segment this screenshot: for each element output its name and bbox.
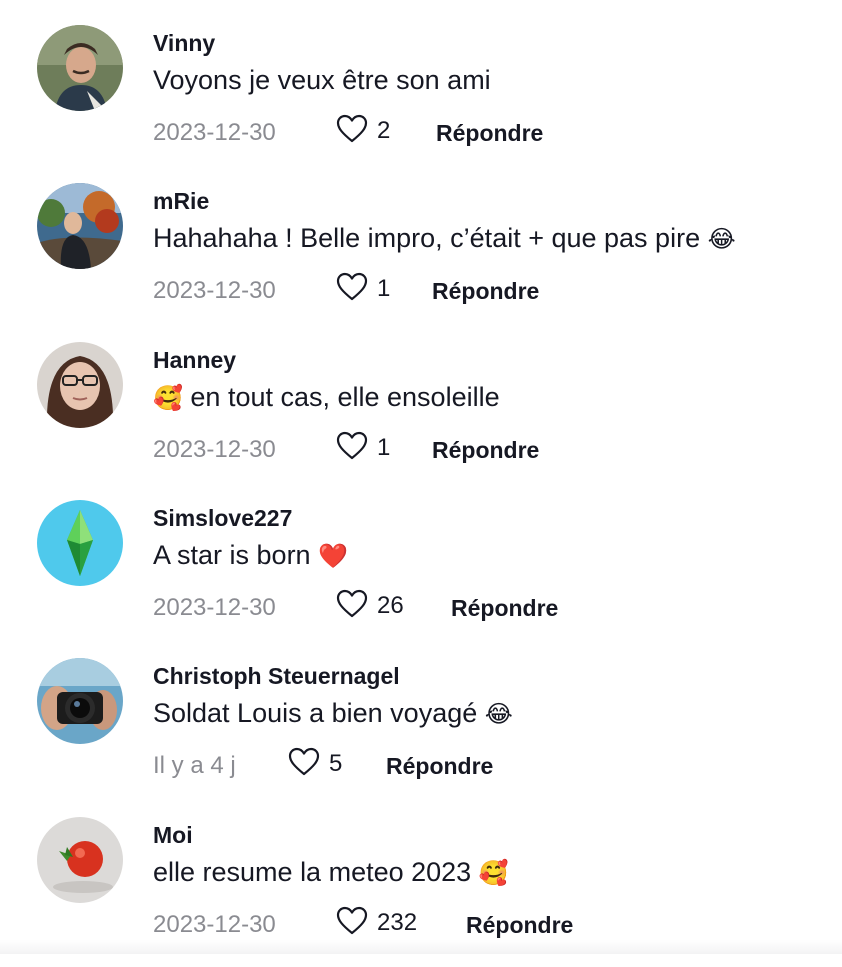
comment-date: Il y a 4 j [153, 752, 236, 779]
comment-date: 2023-12-30 [153, 911, 276, 938]
comment-meta: 2023-12-30 1 Répondre [153, 430, 753, 468]
comment-item: mRie Hahahaha ! Belle impro, c’était + q… [0, 183, 842, 333]
like-button[interactable]: 2 [335, 113, 391, 150]
comment-item: Vinny Voyons je veux être son ami 2023-1… [0, 25, 842, 175]
heart-outline-icon [335, 588, 369, 625]
comment-meta: 2023-12-30 26 Répondre [153, 588, 753, 626]
comment-meta: 2023-12-30 232 Répondre [153, 905, 753, 943]
comment-date: 2023-12-30 [153, 436, 276, 463]
laughing-emoji: 😂 [707, 225, 736, 253]
like-count: 26 [377, 592, 404, 619]
like-count: 2 [377, 117, 391, 144]
avatar[interactable] [37, 25, 123, 111]
comment-text: elle resume la meteo 2023 🥰 [153, 857, 509, 887]
comment-date: 2023-12-30 [153, 594, 276, 621]
like-count: 232 [377, 909, 418, 936]
heart-outline-icon [335, 113, 369, 150]
laughing-emoji: 😂 [484, 700, 513, 728]
reply-button[interactable]: Répondre [451, 595, 558, 622]
comment-text: Voyons je veux être son ami [153, 65, 491, 95]
smiling-hearts-emoji: 🥰 [478, 859, 509, 887]
avatar[interactable] [37, 817, 123, 903]
comment-item: Simslove227 A star is born ❤️ 2023-12-30… [0, 500, 842, 650]
avatar[interactable] [37, 500, 123, 586]
avatar[interactable] [37, 183, 123, 269]
comment-item: Hanney 🥰 en tout cas, elle ensoleille 20… [0, 342, 842, 492]
reply-button[interactable]: Répondre [386, 753, 493, 780]
like-count: 5 [329, 750, 343, 777]
red-heart-emoji: ❤️ [318, 542, 348, 570]
avatar[interactable] [37, 658, 123, 744]
reply-button[interactable]: Répondre [436, 120, 543, 147]
heart-outline-icon [335, 271, 369, 308]
reply-button[interactable]: Répondre [432, 278, 539, 305]
username[interactable]: Vinny [153, 30, 215, 57]
reply-button[interactable]: Répondre [466, 912, 573, 939]
comment-date: 2023-12-30 [153, 119, 276, 146]
comment-meta: 2023-12-30 1 Répondre [153, 271, 753, 309]
username[interactable]: mRie [153, 188, 209, 215]
username[interactable]: Moi [153, 822, 193, 849]
like-button[interactable]: 26 [335, 588, 404, 625]
like-button[interactable]: 5 [287, 746, 343, 783]
username[interactable]: Simslove227 [153, 505, 292, 532]
like-count: 1 [377, 275, 391, 302]
comment-meta: Il y a 4 j 5 Répondre [153, 746, 753, 784]
comment-text: 🥰 en tout cas, elle ensoleille [153, 382, 500, 412]
comment-item: Christoph Steuernagel Soldat Louis a bie… [0, 658, 842, 808]
username[interactable]: Hanney [153, 347, 236, 374]
heart-outline-icon [287, 746, 321, 783]
username[interactable]: Christoph Steuernagel [153, 663, 400, 690]
like-button[interactable]: 232 [335, 905, 418, 942]
like-button[interactable]: 1 [335, 430, 391, 467]
reply-button[interactable]: Répondre [432, 437, 539, 464]
like-count: 1 [377, 434, 391, 461]
comment-meta: 2023-12-30 2 Répondre [153, 113, 753, 151]
avatar[interactable] [37, 342, 123, 428]
like-button[interactable]: 1 [335, 271, 391, 308]
comment-text: Hahahaha ! Belle impro, c’était + que pa… [153, 223, 736, 253]
comment-date: 2023-12-30 [153, 277, 276, 304]
bottom-fade [0, 940, 842, 954]
heart-outline-icon [335, 905, 369, 942]
comment-text: Soldat Louis a bien voyagé 😂 [153, 698, 513, 728]
comment-text: A star is born ❤️ [153, 540, 348, 570]
smiling-hearts-emoji: 🥰 [153, 384, 183, 412]
heart-outline-icon [335, 430, 369, 467]
